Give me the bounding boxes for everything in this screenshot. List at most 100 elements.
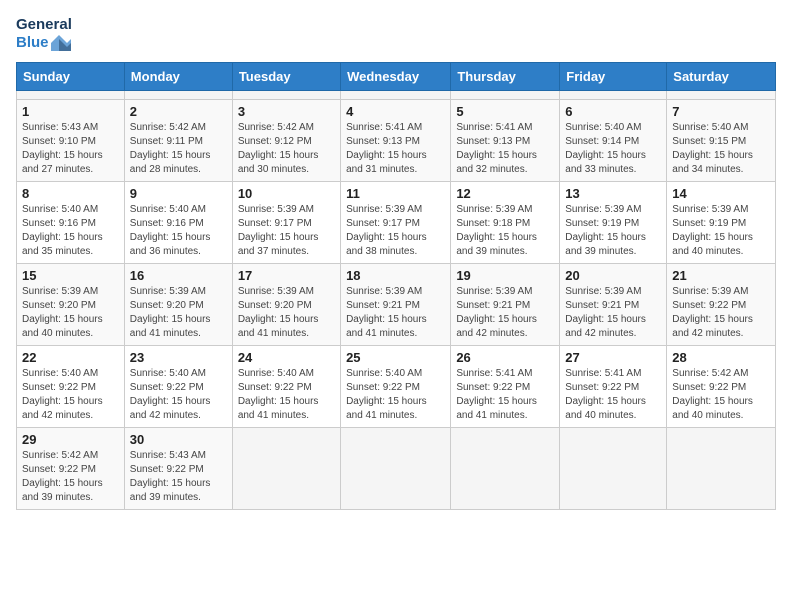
calendar-day-cell: 1 Sunrise: 5:43 AM Sunset: 9:10 PM Dayli… [17, 100, 125, 182]
day-sunrise: Sunrise: 5:41 AM [346, 122, 422, 133]
day-sunrise: Sunrise: 5:39 AM [346, 204, 422, 215]
calendar-day-cell: 17 Sunrise: 5:39 AM Sunset: 9:20 PM Dayl… [232, 264, 340, 346]
calendar-header-row: SundayMondayTuesdayWednesdayThursdayFrid… [17, 63, 776, 91]
calendar-day-cell: 23 Sunrise: 5:40 AM Sunset: 9:22 PM Dayl… [124, 346, 232, 428]
calendar-day-cell: 16 Sunrise: 5:39 AM Sunset: 9:20 PM Dayl… [124, 264, 232, 346]
day-daylight: Daylight: 15 hours and 28 minutes. [130, 150, 211, 175]
day-sunset: Sunset: 9:17 PM [346, 218, 420, 229]
day-sunrise: Sunrise: 5:39 AM [238, 286, 314, 297]
calendar-day-cell: 2 Sunrise: 5:42 AM Sunset: 9:11 PM Dayli… [124, 100, 232, 182]
calendar-week-row: 22 Sunrise: 5:40 AM Sunset: 9:22 PM Dayl… [17, 346, 776, 428]
day-daylight: Daylight: 15 hours and 41 minutes. [456, 396, 537, 421]
day-sunrise: Sunrise: 5:39 AM [565, 286, 641, 297]
day-sunrise: Sunrise: 5:39 AM [672, 286, 748, 297]
day-sunset: Sunset: 9:22 PM [456, 382, 530, 393]
calendar-day-cell: 27 Sunrise: 5:41 AM Sunset: 9:22 PM Dayl… [560, 346, 667, 428]
day-sunset: Sunset: 9:21 PM [565, 300, 639, 311]
day-number: 19 [456, 268, 554, 283]
day-number: 22 [22, 350, 119, 365]
calendar-day-cell: 20 Sunrise: 5:39 AM Sunset: 9:21 PM Dayl… [560, 264, 667, 346]
calendar-day-header: Saturday [667, 63, 776, 91]
calendar-day-cell [232, 91, 340, 100]
calendar-day-cell: 28 Sunrise: 5:42 AM Sunset: 9:22 PM Dayl… [667, 346, 776, 428]
day-sunset: Sunset: 9:13 PM [346, 136, 420, 147]
day-sunset: Sunset: 9:22 PM [22, 464, 96, 475]
day-number: 20 [565, 268, 661, 283]
day-daylight: Daylight: 15 hours and 34 minutes. [672, 150, 753, 175]
logo-text-blue: Blue [16, 34, 71, 52]
day-sunset: Sunset: 9:11 PM [130, 136, 203, 147]
day-sunset: Sunset: 9:22 PM [238, 382, 312, 393]
day-number: 11 [346, 186, 445, 201]
logo: General Blue [16, 16, 72, 52]
calendar-day-cell: 14 Sunrise: 5:39 AM Sunset: 9:19 PM Dayl… [667, 182, 776, 264]
calendar-week-row [17, 91, 776, 100]
day-number: 26 [456, 350, 554, 365]
calendar-day-cell: 25 Sunrise: 5:40 AM Sunset: 9:22 PM Dayl… [341, 346, 451, 428]
logo-text-general: General [16, 16, 72, 34]
day-daylight: Daylight: 15 hours and 42 minutes. [22, 396, 103, 421]
day-sunset: Sunset: 9:21 PM [456, 300, 530, 311]
calendar-day-cell: 15 Sunrise: 5:39 AM Sunset: 9:20 PM Dayl… [17, 264, 125, 346]
calendar-day-cell: 22 Sunrise: 5:40 AM Sunset: 9:22 PM Dayl… [17, 346, 125, 428]
day-daylight: Daylight: 15 hours and 42 minutes. [672, 314, 753, 339]
day-number: 17 [238, 268, 335, 283]
day-sunrise: Sunrise: 5:39 AM [672, 204, 748, 215]
calendar-day-cell [451, 91, 560, 100]
day-sunset: Sunset: 9:13 PM [456, 136, 530, 147]
calendar-day-cell [17, 91, 125, 100]
calendar-day-cell: 24 Sunrise: 5:40 AM Sunset: 9:22 PM Dayl… [232, 346, 340, 428]
calendar-day-cell [667, 428, 776, 510]
day-sunrise: Sunrise: 5:39 AM [456, 286, 532, 297]
day-daylight: Daylight: 15 hours and 40 minutes. [565, 396, 646, 421]
day-number: 28 [672, 350, 770, 365]
day-sunset: Sunset: 9:14 PM [565, 136, 639, 147]
calendar-day-header: Thursday [451, 63, 560, 91]
calendar-day-header: Sunday [17, 63, 125, 91]
calendar-day-cell: 11 Sunrise: 5:39 AM Sunset: 9:17 PM Dayl… [341, 182, 451, 264]
day-daylight: Daylight: 15 hours and 42 minutes. [565, 314, 646, 339]
calendar-week-row: 15 Sunrise: 5:39 AM Sunset: 9:20 PM Dayl… [17, 264, 776, 346]
page-header: General Blue [16, 16, 776, 52]
day-sunset: Sunset: 9:17 PM [238, 218, 312, 229]
day-number: 24 [238, 350, 335, 365]
day-number: 16 [130, 268, 227, 283]
day-sunset: Sunset: 9:20 PM [130, 300, 204, 311]
day-sunrise: Sunrise: 5:40 AM [565, 122, 641, 133]
day-sunrise: Sunrise: 5:42 AM [130, 122, 206, 133]
day-number: 6 [565, 104, 661, 119]
day-number: 30 [130, 432, 227, 447]
day-sunset: Sunset: 9:19 PM [565, 218, 639, 229]
day-number: 23 [130, 350, 227, 365]
day-daylight: Daylight: 15 hours and 39 minutes. [130, 478, 211, 503]
day-number: 1 [22, 104, 119, 119]
day-daylight: Daylight: 15 hours and 41 minutes. [346, 396, 427, 421]
day-number: 5 [456, 104, 554, 119]
day-sunrise: Sunrise: 5:40 AM [238, 368, 314, 379]
day-daylight: Daylight: 15 hours and 41 minutes. [238, 314, 319, 339]
calendar-day-cell: 12 Sunrise: 5:39 AM Sunset: 9:18 PM Dayl… [451, 182, 560, 264]
calendar-day-header: Friday [560, 63, 667, 91]
calendar-day-cell: 4 Sunrise: 5:41 AM Sunset: 9:13 PM Dayli… [341, 100, 451, 182]
day-sunrise: Sunrise: 5:43 AM [130, 450, 206, 461]
day-sunrise: Sunrise: 5:40 AM [672, 122, 748, 133]
day-number: 2 [130, 104, 227, 119]
day-number: 8 [22, 186, 119, 201]
calendar-day-cell [341, 428, 451, 510]
day-sunrise: Sunrise: 5:39 AM [565, 204, 641, 215]
day-sunrise: Sunrise: 5:40 AM [22, 368, 98, 379]
day-number: 7 [672, 104, 770, 119]
logo-wave-icon [51, 35, 71, 51]
day-number: 15 [22, 268, 119, 283]
day-number: 13 [565, 186, 661, 201]
calendar-day-cell [341, 91, 451, 100]
day-daylight: Daylight: 15 hours and 40 minutes. [22, 314, 103, 339]
day-sunrise: Sunrise: 5:39 AM [346, 286, 422, 297]
day-daylight: Daylight: 15 hours and 36 minutes. [130, 232, 211, 257]
calendar-table: SundayMondayTuesdayWednesdayThursdayFrid… [16, 62, 776, 510]
calendar-day-cell: 13 Sunrise: 5:39 AM Sunset: 9:19 PM Dayl… [560, 182, 667, 264]
day-daylight: Daylight: 15 hours and 31 minutes. [346, 150, 427, 175]
day-sunrise: Sunrise: 5:40 AM [22, 204, 98, 215]
day-number: 21 [672, 268, 770, 283]
day-number: 3 [238, 104, 335, 119]
